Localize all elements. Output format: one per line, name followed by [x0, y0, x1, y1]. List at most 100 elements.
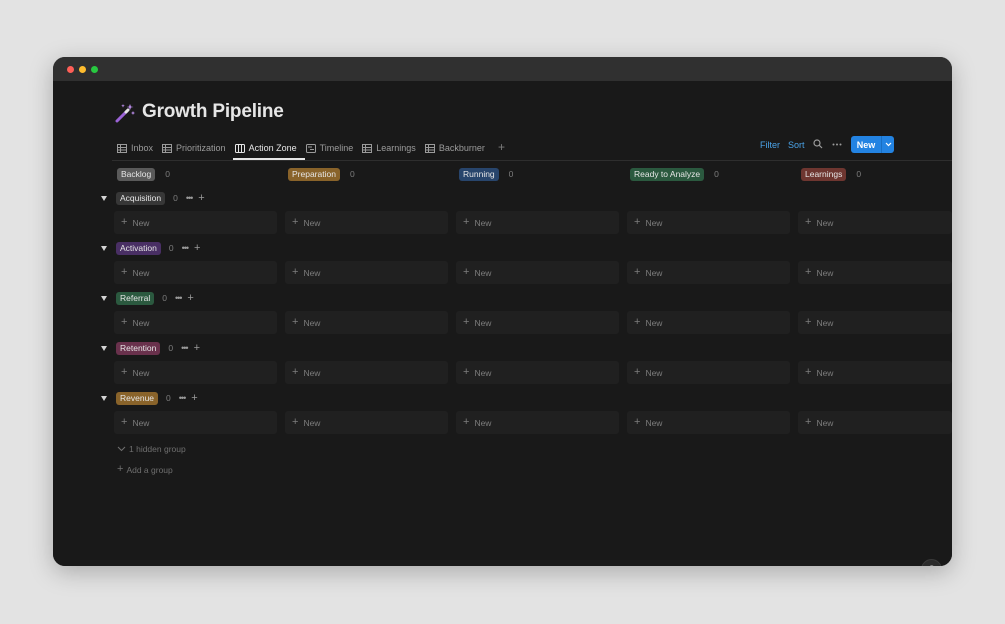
collapse-triangle-icon[interactable] [101, 195, 107, 201]
plus-icon: + [805, 366, 812, 378]
collapse-triangle-icon[interactable] [101, 345, 107, 351]
column-header-learnings[interactable]: Learnings 0 [801, 167, 861, 181]
filter-button[interactable]: Filter [760, 140, 780, 150]
tab-timeline[interactable]: Timeline [305, 139, 359, 157]
group-header-referral[interactable]: Referral 0 ••• + [101, 291, 194, 305]
tab-inbox[interactable]: Inbox [117, 139, 158, 157]
add-icon[interactable]: + [198, 192, 204, 204]
plus-icon: + [292, 416, 299, 428]
column-count: 0 [349, 169, 355, 179]
new-card-button[interactable]: + New [114, 211, 277, 234]
more-options-icon[interactable] [832, 143, 842, 146]
group-header-retention[interactable]: Retention 0 ••• + [101, 341, 200, 355]
page-content: Growth Pipeline Inbox Prioritization Act… [53, 81, 952, 566]
new-card-label: New [645, 217, 663, 228]
new-card-button[interactable]: + New [285, 261, 448, 284]
tab-backburner[interactable]: Backburner [424, 139, 490, 157]
new-card-button[interactable]: + New [456, 261, 619, 284]
new-card-button[interactable]: + New [114, 311, 277, 334]
collapse-triangle-icon[interactable] [101, 395, 107, 401]
plus-icon: + [121, 216, 128, 228]
new-card-button[interactable]: + New [627, 211, 790, 234]
new-card-button[interactable]: + New [627, 261, 790, 284]
new-card-button[interactable]: + New [285, 311, 448, 334]
new-card-button[interactable]: + New [627, 311, 790, 334]
add-view-button[interactable]: + [498, 141, 505, 153]
column-header-running[interactable]: Running 0 [459, 167, 513, 181]
group-count: 0 [168, 243, 174, 253]
new-card-button[interactable]: + New [456, 211, 619, 234]
new-card-button[interactable]: + New [798, 361, 952, 384]
new-card-button[interactable]: + New [627, 361, 790, 384]
tab-label: Backburner [438, 143, 485, 153]
more-options-icon[interactable]: ••• [182, 243, 190, 253]
help-button[interactable]: ? [921, 559, 942, 566]
status-tag: Preparation [288, 167, 340, 181]
add-icon[interactable]: + [194, 242, 200, 254]
new-card-button[interactable]: + New [114, 261, 277, 284]
new-card-button[interactable]: + New [456, 361, 619, 384]
new-card-button[interactable]: + New [456, 411, 619, 434]
new-card-label: New [816, 217, 834, 228]
page-title[interactable]: Growth Pipeline [142, 101, 284, 123]
tab-learnings[interactable]: Learnings [362, 139, 421, 157]
new-card-button[interactable]: + New [114, 411, 277, 434]
new-card-button[interactable]: + New [798, 211, 952, 234]
new-card-button[interactable]: + New [285, 411, 448, 434]
new-card-button[interactable]: + New [456, 311, 619, 334]
plus-icon: + [805, 416, 812, 428]
more-options-icon[interactable]: ••• [181, 343, 189, 353]
new-card-button[interactable]: + New [798, 311, 952, 334]
plus-icon: + [805, 266, 812, 278]
column-count: 0 [165, 169, 170, 179]
tab-prioritization[interactable]: Prioritization [162, 139, 231, 157]
more-options-icon[interactable]: ••• [179, 393, 187, 403]
plus-icon: + [121, 266, 128, 278]
new-card-button[interactable]: + New [285, 361, 448, 384]
tab-action-zone[interactable]: Action Zone [234, 139, 302, 157]
table-icon [117, 143, 127, 153]
tab-label: Learnings [376, 143, 416, 153]
add-group-button[interactable]: + Add a group [117, 464, 173, 475]
minimize-window-button[interactable] [79, 66, 86, 73]
plus-icon: + [463, 416, 470, 428]
collapse-triangle-icon[interactable] [101, 295, 107, 301]
new-card-button[interactable]: + New [798, 411, 952, 434]
add-icon[interactable]: + [191, 392, 197, 404]
sort-button[interactable]: Sort [788, 140, 805, 150]
new-card-label: New [303, 417, 321, 428]
column-header-ready-to-analyze[interactable]: Ready to Analyze 0 [630, 167, 719, 181]
collapse-triangle-icon[interactable] [101, 245, 107, 251]
hidden-groups-toggle[interactable]: 1 hidden group [117, 444, 186, 454]
status-tag: Backlog [117, 167, 156, 181]
column-header-preparation[interactable]: Preparation 0 [288, 167, 355, 181]
group-header-activation[interactable]: Activation 0 ••• + [101, 241, 200, 255]
tab-label: Inbox [131, 143, 154, 153]
timeline-icon [305, 143, 316, 153]
table-icon [362, 143, 373, 153]
add-icon[interactable]: + [194, 342, 200, 354]
new-card-button[interactable]: + New [285, 211, 448, 234]
new-card-button[interactable]: + New [798, 261, 952, 284]
close-window-button[interactable] [67, 66, 74, 73]
magic-wand-icon[interactable] [114, 102, 136, 124]
group-header-acquisition[interactable]: Acquisition 0 ••• + [101, 191, 205, 205]
more-options-icon[interactable]: ••• [186, 193, 194, 203]
status-tag: Learnings [801, 167, 847, 181]
new-card-label: New [132, 217, 150, 228]
board-icon [234, 143, 245, 153]
search-icon[interactable] [813, 139, 823, 149]
new-card-label: New [474, 367, 492, 378]
add-icon[interactable]: + [187, 292, 193, 304]
column-header-backlog[interactable]: Backlog 0 [117, 167, 170, 181]
hidden-groups-label: 1 hidden group [129, 444, 186, 454]
zoom-window-button[interactable] [91, 66, 98, 73]
new-card-button[interactable]: + New [114, 361, 277, 384]
new-card-button[interactable]: + New [627, 411, 790, 434]
new-card-label: New [303, 217, 321, 228]
more-options-icon[interactable]: ••• [175, 293, 183, 303]
chevron-down-icon[interactable] [882, 142, 894, 147]
new-card-label: New [303, 317, 321, 328]
group-header-revenue[interactable]: Revenue 0 ••• + [101, 391, 198, 405]
new-button[interactable]: New [851, 136, 894, 153]
